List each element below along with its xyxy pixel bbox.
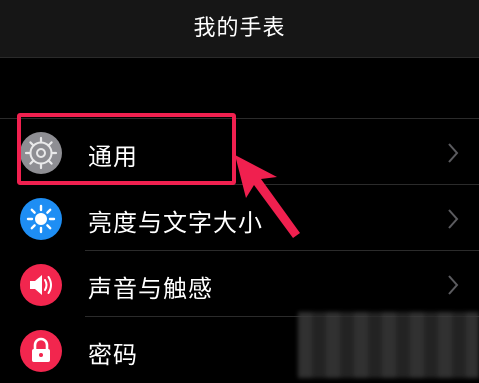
brightness-icon (20, 198, 62, 240)
lock-icon (20, 330, 62, 372)
page-title: 我的手表 (193, 16, 286, 41)
chevron-right-icon (448, 143, 459, 163)
chevron-right-icon (448, 209, 459, 229)
settings-row-label: 声音与触感 (88, 275, 213, 303)
settings-row-sounds[interactable]: 声音与触感 (0, 251, 479, 317)
highlight-box (17, 113, 236, 185)
nav-bar: 我的手表 (0, 0, 479, 58)
settings-row-label: 密码 (88, 341, 138, 369)
pointer-arrow-icon (235, 155, 300, 238)
speaker-icon (20, 264, 62, 306)
blurred-watermark (298, 312, 479, 378)
chevron-right-icon (448, 275, 459, 295)
